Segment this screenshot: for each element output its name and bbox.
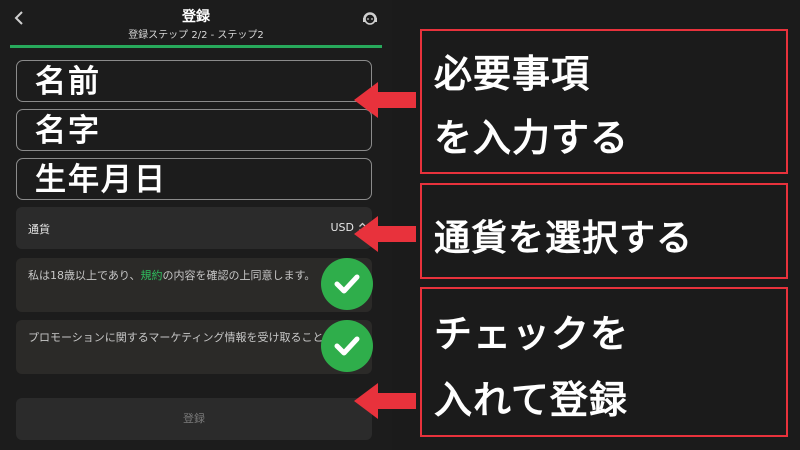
progress-bar [10,45,382,48]
callout-check-register: チェックを 入れて登録 [420,287,788,437]
step-indicator: 登録ステップ 2/2 - ステップ2 [128,30,264,41]
callout-text: 必要事項 [434,52,591,96]
callout-text: 通貨を選択する [434,218,694,259]
callout-text: 入れて登録 [434,378,628,422]
red-arrow-icon [354,82,416,118]
callout-text: チェックを [434,312,630,356]
age-consent-text: 私は18歳以上であり、規約の内容を確認の上同意します。 [28,268,343,284]
age-consent-checkbox[interactable]: 私は18歳以上であり、規約の内容を確認の上同意します。 [16,258,372,312]
currency-value: USD [330,221,354,234]
callout-currency: 通貨を選択する [420,183,788,279]
callout-text: を入力する [434,116,630,160]
consent-text-part: の内容を確認の上同意します。 [162,269,316,282]
red-arrow-icon [354,216,416,252]
register-button[interactable]: 登録 [16,398,372,440]
first-name-label: 名前 [35,64,101,100]
birthdate-label: 生年月日 [35,162,167,198]
marketing-consent-text: プロモーションに関するマーケティング情報を受け取ることに同意します [28,331,343,344]
terms-link[interactable]: 規約 [140,269,162,282]
first-name-field[interactable]: 名前 [16,60,372,102]
age-check-badge [321,258,373,310]
phone-screen: 登録 登録ステップ 2/2 - ステップ2 名前 名字 生年月日 通貨 USD … [0,0,392,450]
consent-text-part: 私は18歳以上であり、 [28,269,141,282]
birthdate-field[interactable]: 生年月日 [16,158,372,200]
checkmark-icon [334,274,360,294]
callout-required-fields: 必要事項 を入力する [420,29,788,174]
checkmark-icon [334,336,360,356]
currency-label: 通貨 [28,223,50,236]
last-name-field[interactable]: 名字 [16,109,372,151]
currency-select[interactable]: 通貨 USD [16,207,372,249]
marketing-consent-checkbox[interactable]: プロモーションに関するマーケティング情報を受け取ることに同意します [16,320,372,374]
support-agent-icon[interactable] [361,10,379,28]
marketing-check-badge [321,320,373,372]
last-name-label: 名字 [35,113,101,149]
red-arrow-icon [354,383,416,419]
page-title: 登録 [182,9,210,25]
